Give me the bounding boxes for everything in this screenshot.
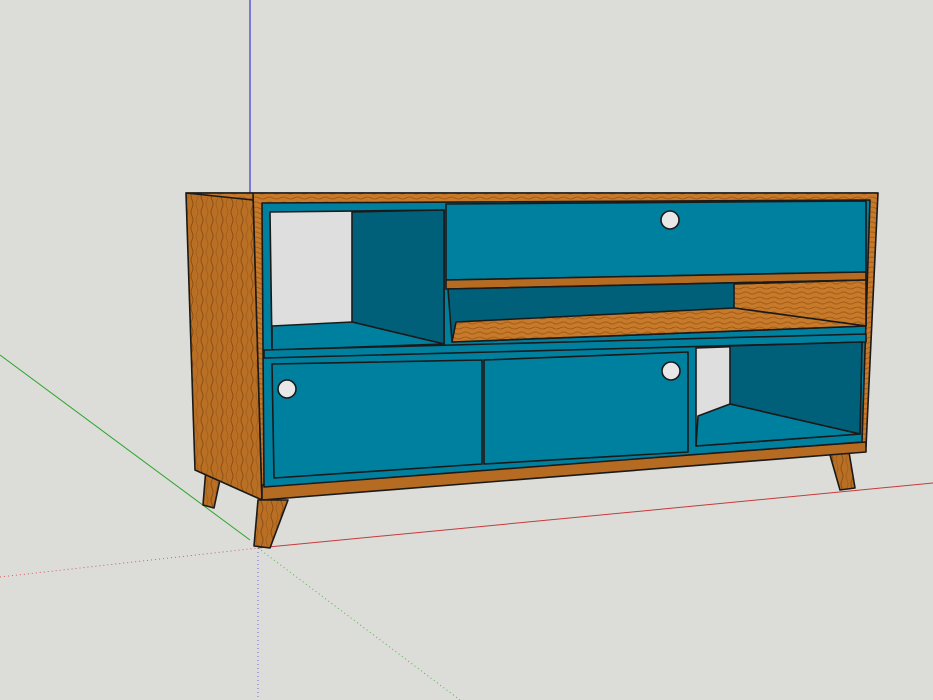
- green-axis-dotted: [257, 547, 461, 700]
- left-door-handle-hole[interactable]: [277, 379, 297, 399]
- left-cubby-back-wall: [351, 209, 445, 345]
- top-drawer-handle-hole[interactable]: [660, 210, 680, 230]
- 3d-scene-canvas[interactable]: [0, 0, 933, 700]
- top-drawer[interactable]: [445, 200, 867, 281]
- right-sliding-door[interactable]: [483, 351, 689, 465]
- left-side-panel[interactable]: [185, 192, 263, 501]
- left-sliding-door[interactable]: [271, 359, 483, 479]
- tv-stand-cabinet[interactable]: [185, 192, 879, 549]
- modeling-viewport[interactable]: [0, 0, 933, 700]
- front-left-leg[interactable]: [253, 499, 289, 549]
- red-axis-dotted: [0, 547, 259, 578]
- right-door-handle-hole[interactable]: [661, 361, 681, 381]
